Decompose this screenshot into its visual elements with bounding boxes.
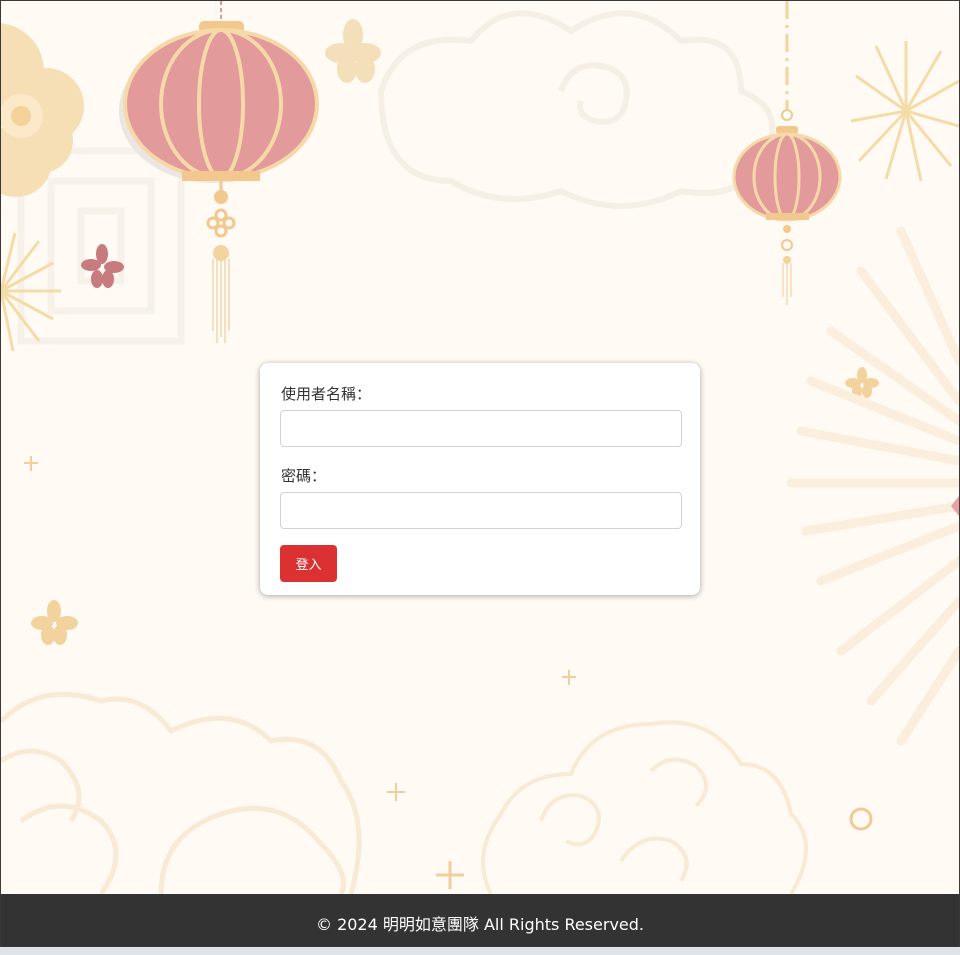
page-frame: 使用者名稱： 密碼： 登入 © 2024 明明如意團隊 All Rights R… [0,0,960,947]
username-input[interactable] [280,410,682,447]
firework-icon [786,226,959,746]
window-bottom-edge [0,947,960,955]
login-button[interactable]: 登入 [280,545,337,582]
password-input[interactable] [280,492,682,529]
flower-icon [1,23,84,197]
firework-icon [850,41,959,182]
login-card: 使用者名稱： 密碼： 登入 [260,363,700,595]
flower-icon [31,600,78,645]
cloud-icon [481,720,808,894]
password-label: 密碼： [281,467,327,485]
flower-icon [325,19,381,83]
username-label: 使用者名稱： [281,385,372,403]
cloud-icon [1,691,362,894]
cloud-icon [377,10,776,209]
footer: © 2024 明明如意團隊 All Rights Reserved. [1,894,959,946]
lantern-icon [732,1,842,305]
ring-icon [849,807,873,831]
footer-copyright: © 2024 明明如意團隊 All Rights Reserved. [315,915,644,934]
sparkle-icon [436,861,464,889]
petal-icon [951,496,959,516]
